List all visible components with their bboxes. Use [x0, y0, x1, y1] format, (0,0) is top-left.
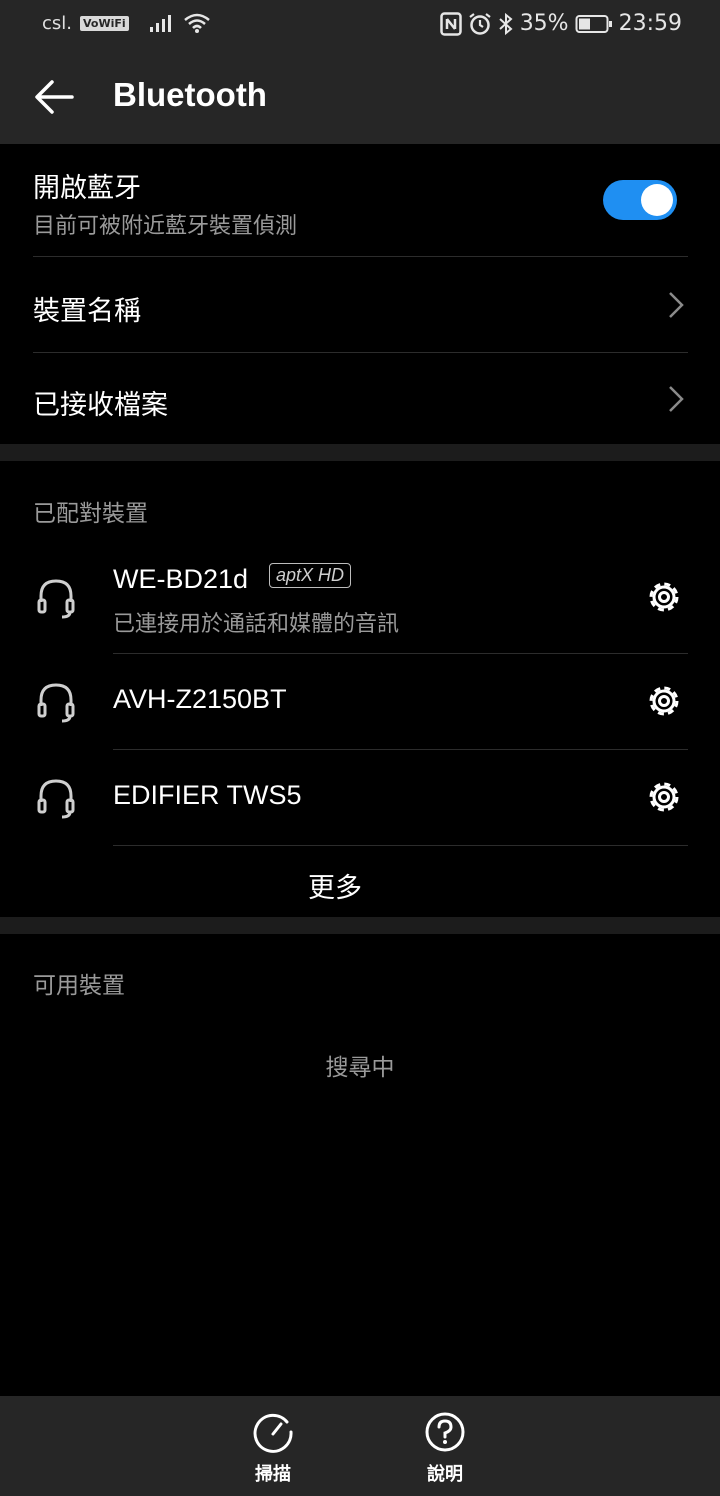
scan-button[interactable]: 掃描 — [228, 1410, 318, 1490]
page-title: Bluetooth — [113, 76, 267, 113]
paired-section-title: 已配對裝置 — [33, 501, 148, 527]
gear-icon[interactable] — [642, 775, 686, 819]
headset-icon — [37, 779, 75, 819]
status-right: 35% 23:59 — [439, 11, 682, 36]
divider — [113, 845, 688, 846]
chevron-right-icon — [669, 386, 684, 412]
received-files-label: 已接收檔案 — [33, 390, 168, 421]
carrier-label: csl. — [42, 12, 72, 34]
paired-device-row[interactable]: AVH-Z2150BT — [0, 654, 720, 749]
section-gap — [0, 917, 720, 934]
bluetooth-toggle-sub: 目前可被附近藍牙裝置偵測 — [33, 214, 298, 239]
status-bar: csl. VoWiFi 35% 23:59 — [0, 0, 720, 50]
alarm-icon — [469, 12, 491, 35]
headset-icon — [37, 683, 75, 723]
battery-percent: 35% — [519, 11, 569, 36]
received-files-row[interactable]: 已接收檔案 — [0, 353, 720, 444]
device-name: AVH-Z2150BT — [113, 684, 287, 714]
codec-badge: aptX HD — [269, 563, 352, 588]
paired-device-row[interactable]: WE-BD21d 已連接用於通話和媒體的音訊 — [0, 540, 720, 653]
headset-icon — [37, 579, 75, 619]
gear-icon[interactable] — [642, 679, 686, 723]
app-bar: Bluetooth — [0, 50, 720, 144]
scan-label: 掃描 — [255, 1464, 291, 1485]
help-label: 說明 — [427, 1464, 463, 1485]
bluetooth-icon — [499, 12, 513, 35]
refresh-icon — [253, 1413, 293, 1453]
device-name-row[interactable]: 裝置名稱 — [0, 257, 720, 353]
wifi-icon — [183, 13, 210, 33]
gear-icon[interactable] — [642, 575, 686, 619]
device-name: WE-BD21d — [113, 564, 249, 594]
vowifi-badge: VoWiFi — [80, 15, 129, 31]
bottom-bar: 掃描 說明 — [0, 1396, 720, 1496]
bluetooth-toggle[interactable] — [603, 180, 677, 220]
clock: 23:59 — [618, 11, 682, 36]
help-button[interactable]: 說明 — [400, 1410, 490, 1490]
bluetooth-toggle-label: 開啟藍牙 — [33, 173, 141, 204]
status-left: csl. VoWiFi — [42, 12, 211, 34]
section-gap — [0, 444, 720, 461]
more-button[interactable]: 更多 — [0, 866, 670, 905]
searching-status: 搜尋中 — [325, 1055, 395, 1081]
device-status: 已連接用於通話和媒體的音訊 — [113, 612, 400, 637]
battery-icon — [575, 14, 612, 33]
nfc-icon — [439, 11, 462, 36]
signal-icon — [149, 15, 171, 32]
help-icon — [425, 1412, 465, 1452]
chevron-right-icon — [669, 292, 684, 318]
arrow-left-icon[interactable] — [32, 74, 78, 120]
paired-device-row[interactable]: EDIFIER TWS5 — [0, 750, 720, 845]
device-name-label: 裝置名稱 — [33, 296, 141, 327]
available-section-title: 可用裝置 — [33, 973, 125, 999]
device-name: EDIFIER TWS5 — [113, 780, 302, 810]
toggle-knob — [641, 184, 673, 216]
